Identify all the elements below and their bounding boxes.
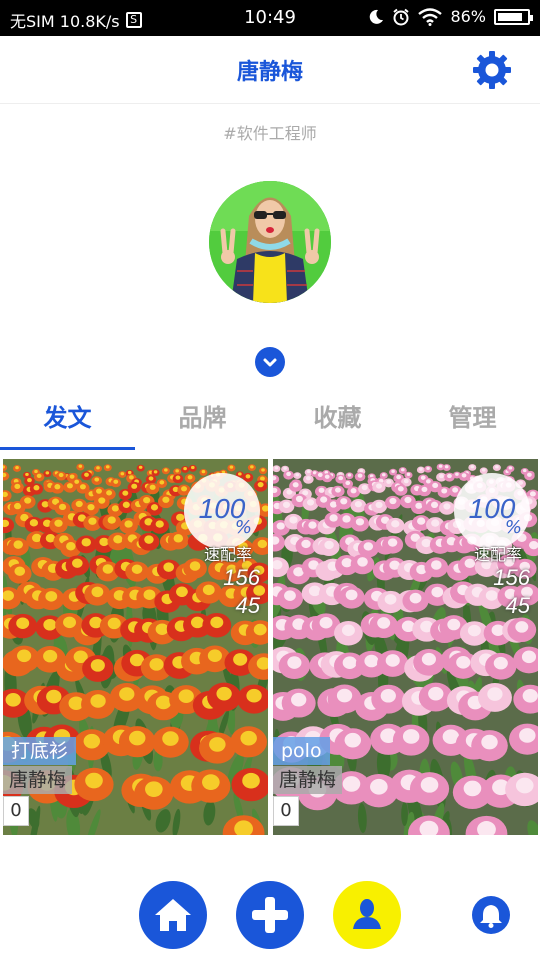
category-tag[interactable]: polo: [273, 737, 330, 765]
home-icon: [155, 899, 191, 931]
post-card[interactable]: 100 % 速配率 156 45 polo 唐静梅 0: [273, 459, 538, 835]
moon-icon: [370, 9, 384, 24]
tab-manage[interactable]: 管理: [405, 392, 540, 456]
header: 唐静梅: [0, 36, 540, 104]
post-card[interactable]: 100 % 速配率 156 45 打底衫 唐静梅 0: [3, 459, 268, 835]
page-title: 唐静梅: [236, 60, 303, 85]
profile-button[interactable]: [333, 881, 401, 949]
gear-icon[interactable]: [472, 50, 512, 90]
post-stat-primary: 156: [493, 565, 530, 590]
battery-icon: [494, 8, 533, 25]
status-right: 86%: [368, 7, 533, 26]
tab-brands[interactable]: 品牌: [135, 392, 270, 456]
profile-page: 无SIM 10.8K/s S 10:49 86% 唐静梅 #软件工程师 发文 品…: [0, 0, 540, 960]
tab-bar: 发文 品牌 收藏 管理: [0, 392, 540, 456]
author-tag[interactable]: 唐静梅: [3, 766, 73, 794]
match-rate-badge: 100 %: [454, 473, 530, 549]
post-stat-secondary: 45: [505, 593, 530, 618]
category-tag[interactable]: 打底衫: [3, 737, 77, 765]
wifi-icon: [418, 7, 443, 26]
bell-icon: [480, 905, 502, 928]
alarm-icon: [393, 8, 410, 25]
post-stat-secondary: 45: [235, 593, 260, 618]
match-rate-label: 速配率: [203, 545, 252, 564]
add-icon: [252, 897, 288, 933]
comment-count: 0: [273, 796, 299, 826]
match-rate-label: 速配率: [473, 545, 522, 564]
user-icon: [353, 899, 381, 929]
tab-favorites[interactable]: 收藏: [270, 392, 405, 456]
battery-percent: 86%: [450, 7, 486, 26]
status-bar: 无SIM 10.8K/s S 10:49 86%: [0, 0, 540, 36]
match-rate-unit: %: [504, 517, 522, 538]
avatar[interactable]: [209, 181, 331, 303]
expand-profile-button[interactable]: [255, 347, 285, 377]
add-post-button[interactable]: [236, 881, 304, 949]
profile-tagline: #软件工程师: [223, 124, 317, 143]
tab-posts[interactable]: 发文: [0, 392, 135, 456]
match-rate-badge: 100 %: [184, 473, 260, 549]
notifications-button[interactable]: [472, 896, 510, 934]
author-tag[interactable]: 唐静梅: [273, 766, 343, 794]
chevron-down-icon: [263, 358, 277, 367]
post-stat-primary: 156: [223, 565, 260, 590]
home-button[interactable]: [139, 881, 207, 949]
battery-level: [498, 12, 523, 21]
comment-count: 0: [3, 796, 29, 826]
match-rate-unit: %: [234, 517, 252, 538]
